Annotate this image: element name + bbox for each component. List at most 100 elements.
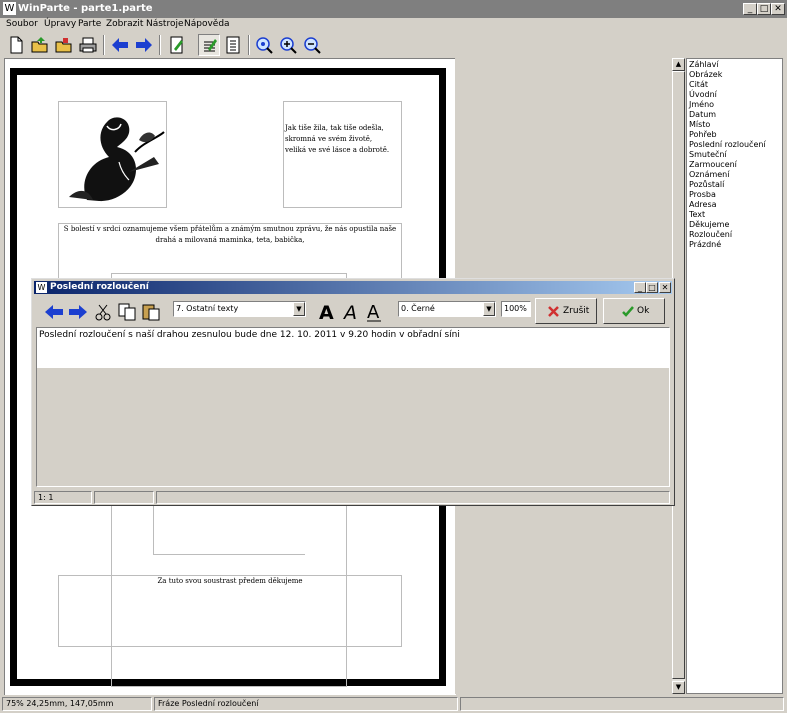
list-item[interactable]: Prosba — [689, 190, 716, 200]
poem-line-2: skromná ve svém životě, — [285, 135, 373, 143]
element-list[interactable]: Záhlaví Obrázek Citát Úvodní Jméno Datum… — [686, 58, 783, 694]
svg-text:A: A — [319, 302, 334, 322]
dialog-icon: W — [36, 282, 47, 293]
list-item[interactable]: Text — [689, 210, 705, 220]
zoom-in-icon[interactable] — [277, 34, 299, 56]
window-title: WinParte - parte1.parte — [18, 3, 153, 14]
dialog-back-arrow-icon[interactable] — [42, 301, 64, 323]
bold-button[interactable]: A — [315, 300, 337, 324]
list-item[interactable]: Poslední rozloučení — [689, 140, 766, 150]
date-frame[interactable] — [153, 505, 305, 555]
underline-button[interactable]: A — [363, 300, 385, 324]
dialog-maximize-button[interactable]: □ — [646, 282, 658, 293]
menu-help[interactable]: Nápověda — [184, 19, 230, 29]
menu-edit[interactable]: Úpravy — [44, 19, 76, 29]
zoom-value: 100% — [504, 304, 527, 313]
svg-text:A: A — [342, 302, 357, 322]
color-value: 0. Černé — [401, 304, 435, 313]
list-item[interactable]: Citát — [689, 80, 708, 90]
scroll-down-button[interactable]: ▼ — [672, 681, 685, 694]
text-edit-icon[interactable] — [198, 34, 220, 56]
ok-button[interactable]: Ok — [603, 298, 665, 324]
main-title-bar: W WinParte - parte1.parte _ □ ✕ — [0, 0, 787, 18]
status-field: Fráze Poslední rozloučení — [154, 697, 458, 711]
toolbar-separator — [103, 35, 105, 55]
checkmark-icon — [622, 306, 634, 317]
scroll-up-button[interactable]: ▲ — [672, 58, 685, 71]
edit-icon[interactable] — [166, 34, 188, 56]
category-value: 7. Ostatní texty — [176, 304, 239, 313]
new-document-icon[interactable] — [5, 34, 27, 56]
editor-content[interactable]: Poslední rozloučení s naší drahou zesnul… — [37, 328, 669, 368]
toolbar-separator — [159, 35, 161, 55]
list-item[interactable]: Pozůstalí — [689, 180, 724, 190]
menu-file[interactable]: Soubor — [6, 19, 38, 29]
cut-icon[interactable] — [92, 301, 114, 323]
dialog-title-bar: W Poslední rozloučení _ □ ✕ — [34, 281, 672, 294]
zoom-out-icon[interactable] — [301, 34, 323, 56]
poem-line-1: Jak tiše žila, tak tiše odešla, — [285, 124, 384, 132]
list-item[interactable]: Rozloučení — [689, 230, 732, 240]
chevron-down-icon[interactable]: ▼ — [483, 302, 495, 316]
list-item[interactable]: Adresa — [689, 200, 717, 210]
cancel-button[interactable]: Zrušit — [535, 298, 597, 324]
list-item[interactable]: Děkujeme — [689, 220, 729, 230]
app-icon[interactable]: W — [3, 2, 16, 15]
text-dialog: W Poslední rozloučení _ □ ✕ 7. Ostatní t… — [31, 278, 675, 506]
open-file-icon[interactable] — [53, 34, 75, 56]
status-extra — [460, 697, 784, 711]
image-frame[interactable] — [58, 101, 167, 208]
zoom-field[interactable]: 100% — [501, 301, 531, 317]
menu-tools[interactable]: Nástroje — [146, 19, 184, 29]
list-item[interactable]: Úvodní — [689, 90, 717, 100]
closing-text: Za tuto svou soustrast předem děkujeme — [157, 577, 303, 585]
list-item[interactable]: Pohřeb — [689, 130, 717, 140]
dialog-status-panel — [94, 491, 154, 504]
list-item[interactable]: Místo — [689, 120, 710, 130]
open-folder-icon[interactable] — [29, 34, 51, 56]
copy-icon[interactable] — [116, 301, 138, 323]
ok-label: Ok — [637, 306, 650, 316]
list-item[interactable]: Datum — [689, 110, 716, 120]
status-bar: 75% 24,25mm, 147,05mm Fráze Poslední roz… — [0, 695, 787, 713]
zoom-fit-icon[interactable] — [253, 34, 275, 56]
list-item[interactable]: Oznámení — [689, 170, 729, 180]
floral-image — [69, 117, 165, 202]
toolbar — [0, 32, 787, 58]
editor-text: Poslední rozloučení s naší drahou zesnul… — [39, 330, 460, 340]
list-item[interactable]: Záhlaví — [689, 60, 719, 70]
category-select[interactable]: 7. Ostatní texty ▼ — [173, 301, 306, 317]
list-item[interactable]: Prázdné — [689, 240, 721, 250]
italic-button[interactable]: A — [340, 300, 362, 324]
paste-icon[interactable] — [140, 301, 162, 323]
forward-arrow-icon[interactable] — [133, 34, 155, 56]
print-icon[interactable] — [77, 34, 99, 56]
close-button[interactable]: ✕ — [771, 3, 785, 15]
closing-frame[interactable]: Za tuto svou soustrast předem děkujeme — [58, 575, 402, 647]
announcement-line-1: S bolestí v srdci oznamujeme všem přátel… — [63, 225, 397, 233]
list-item[interactable]: Obrázek — [689, 70, 722, 80]
menu-parte[interactable]: Parte — [78, 19, 101, 29]
chevron-down-icon[interactable]: ▼ — [293, 302, 305, 316]
dialog-status-panel — [156, 491, 670, 504]
status-position: 75% 24,25mm, 147,05mm — [2, 697, 152, 711]
page-icon[interactable] — [222, 34, 244, 56]
list-item[interactable]: Smuteční — [689, 150, 727, 160]
dialog-forward-arrow-icon[interactable] — [66, 301, 88, 323]
cancel-icon — [548, 306, 559, 317]
svg-text:A: A — [367, 302, 380, 322]
color-select[interactable]: 0. Černé ▼ — [398, 301, 496, 317]
dialog-title: Poslední rozloučení — [50, 282, 149, 292]
poem-frame[interactable]: Jak tiše žila, tak tiše odešla, skromná … — [283, 101, 402, 208]
dialog-close-button[interactable]: ✕ — [659, 282, 671, 293]
list-item[interactable]: Jméno — [689, 100, 714, 110]
toolbar-separator — [248, 35, 250, 55]
text-editor[interactable]: Poslední rozloučení s naší drahou zesnul… — [36, 327, 670, 487]
maximize-button[interactable]: □ — [757, 3, 771, 15]
list-item[interactable]: Zarmoucení — [689, 160, 737, 170]
back-arrow-icon[interactable] — [109, 34, 131, 56]
dialog-minimize-button[interactable]: _ — [634, 282, 646, 293]
minimize-button[interactable]: _ — [743, 3, 757, 15]
poem-line-3: veliká ve své lásce a dobrotě. — [285, 146, 390, 154]
menu-view[interactable]: Zobrazit — [106, 19, 143, 29]
